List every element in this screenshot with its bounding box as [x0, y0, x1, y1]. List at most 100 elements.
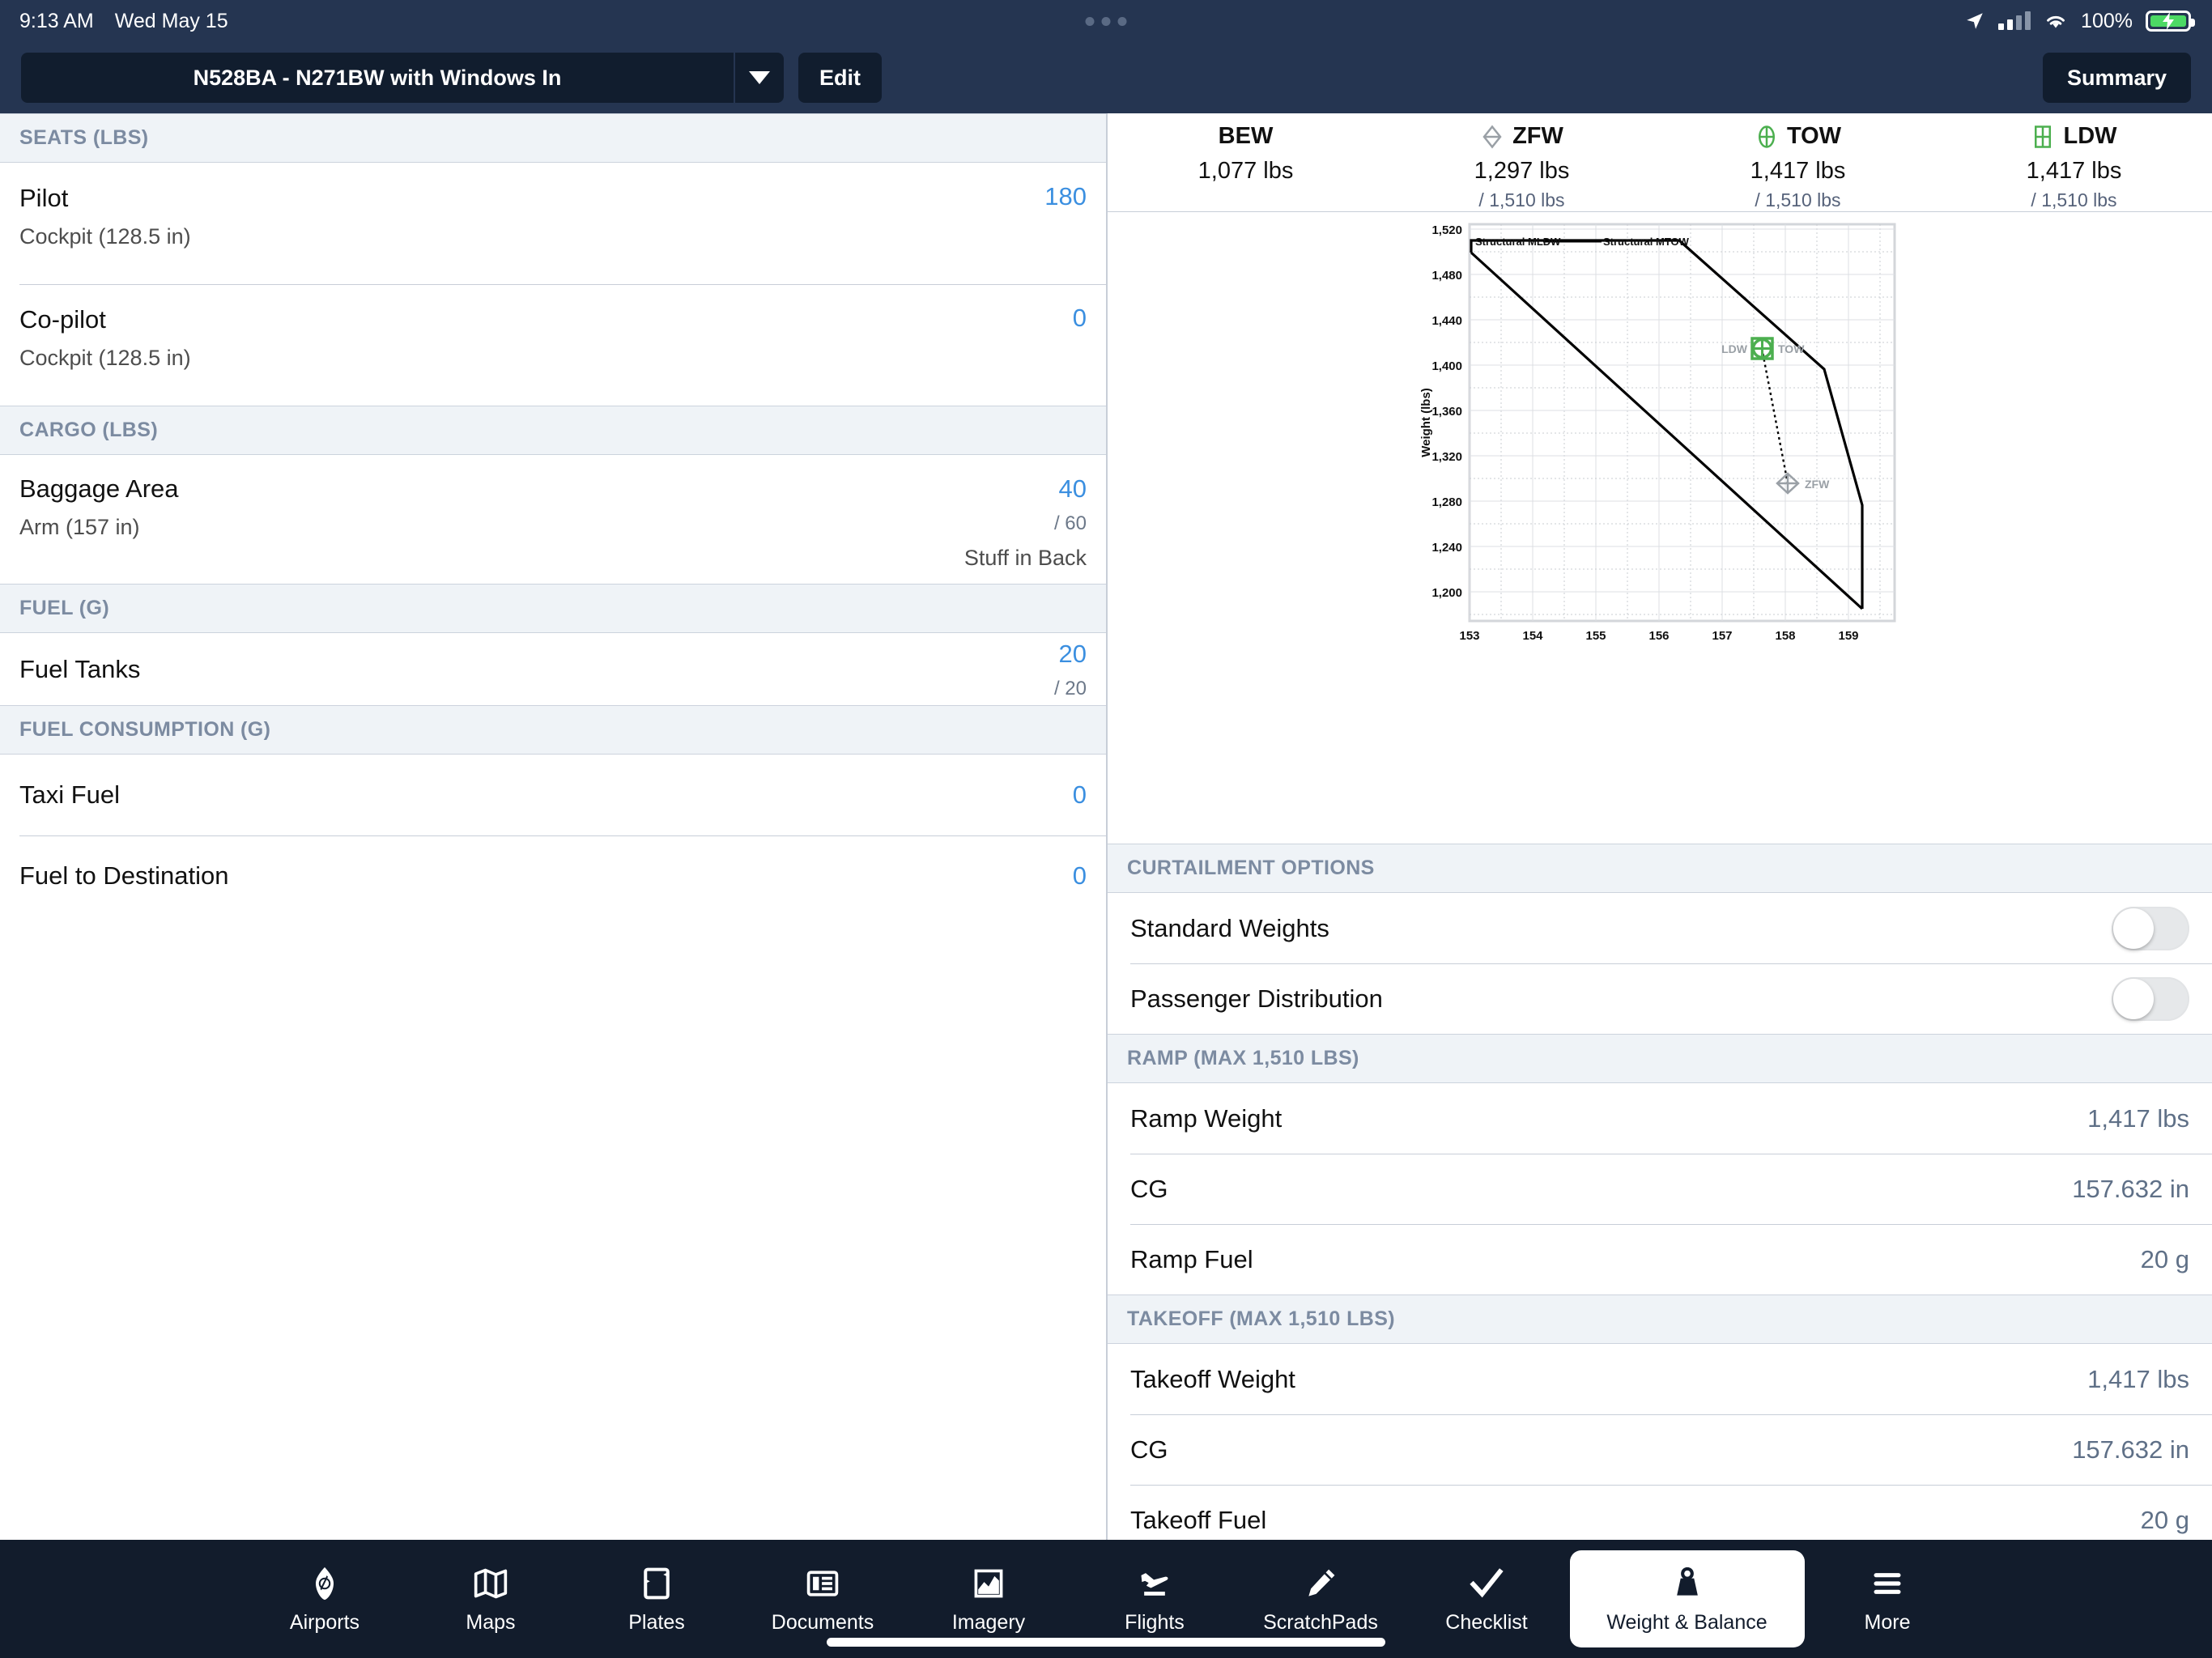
- dot-icon: [1085, 16, 1095, 26]
- section-header-takeoff: TAKEOFF (MAX 1,510 LBS): [1108, 1295, 2212, 1344]
- map-icon: [471, 1564, 510, 1603]
- svg-text:155: 155: [1585, 629, 1606, 643]
- row-value[interactable]: 180: [925, 181, 1087, 213]
- passenger-distribution-toggle[interactable]: [2112, 976, 2189, 1021]
- row-value[interactable]: 0: [925, 860, 1087, 892]
- cellular-bars-icon: [1998, 11, 2031, 30]
- row-title: Fuel Tanks: [19, 654, 141, 683]
- hamburger-icon: [1868, 1564, 1907, 1603]
- row-value[interactable]: 40: [925, 473, 1087, 505]
- tab-label: Maps: [466, 1610, 516, 1634]
- wifi-icon: [2047, 15, 2065, 28]
- multitask-handle[interactable]: [1085, 16, 1127, 26]
- row-takeoff-fuel: Takeoff Fuel 20 g: [1108, 1485, 2212, 1540]
- tab-scratchpads[interactable]: ScratchPads: [1238, 1550, 1404, 1647]
- chart-annotation-mtow: Structural MTOW: [1603, 236, 1690, 248]
- tab-imagery[interactable]: Imagery: [906, 1550, 1072, 1647]
- section-header-fuel: FUEL (G): [0, 584, 1106, 633]
- svg-text:1,280: 1,280: [1431, 495, 1462, 509]
- row-value: 157.632 in: [2072, 1174, 2189, 1203]
- row-fuel-to-destination[interactable]: Fuel to Destination 0: [0, 835, 1106, 916]
- cg-envelope-chart[interactable]: 1,520 1,480 1,440 1,400 1,360 1,320 1,28…: [1108, 212, 2212, 844]
- row-ramp-fuel: Ramp Fuel 20 g: [1108, 1224, 2212, 1295]
- tab-plates[interactable]: Plates: [574, 1550, 740, 1647]
- cg-envelope-svg: 1,520 1,480 1,440 1,400 1,360 1,320 1,28…: [1419, 223, 1896, 643]
- row-standard-weights[interactable]: Standard Weights: [1108, 893, 2212, 963]
- tab-weight-and-balance[interactable]: Weight & Balance: [1569, 1550, 1805, 1647]
- top-toolbar: N528BA - N271BW with Windows In Edit Sum…: [0, 42, 2212, 113]
- edit-button[interactable]: Edit: [798, 53, 882, 103]
- weight-cell-bew: BEW 1,077 lbs: [1108, 113, 1384, 211]
- weight-cell-zfw: ZFW 1,297 lbs / 1,510 lbs: [1384, 113, 1660, 211]
- tab-flights[interactable]: Flights: [1072, 1550, 1238, 1647]
- weight-cell-max: / 1,510 lbs: [1478, 189, 1565, 210]
- tab-label: Documents: [771, 1610, 874, 1634]
- weight-cell-label: BEW: [1218, 123, 1274, 149]
- weight-cell-value: 1,417 lbs: [1750, 158, 1846, 184]
- summary-button[interactable]: Summary: [2042, 53, 2191, 103]
- row-value[interactable]: 0: [925, 779, 1087, 811]
- row-value[interactable]: 0: [925, 302, 1087, 334]
- pencil-icon: [1301, 1564, 1340, 1603]
- svg-text:1,440: 1,440: [1431, 314, 1462, 328]
- svg-text:153: 153: [1459, 629, 1479, 643]
- row-co-pilot[interactable]: Co-pilot Cockpit (128.5 in) 0: [0, 284, 1106, 406]
- row-fuel-tanks[interactable]: Fuel Tanks 20 / 20: [0, 633, 1106, 705]
- content-area: SEATS (LBS) Pilot Cockpit (128.5 in) 180…: [0, 113, 2212, 1540]
- row-ramp-weight: Ramp Weight 1,417 lbs: [1108, 1083, 2212, 1154]
- weight-cell-label: LDW: [2063, 123, 2117, 149]
- chart-annotation-mldw: Structural MLDW: [1475, 236, 1561, 248]
- row-value[interactable]: 20: [925, 638, 1087, 670]
- row-value: 20 g: [2140, 1505, 2189, 1534]
- svg-text:1,360: 1,360: [1431, 405, 1462, 419]
- aircraft-name[interactable]: N528BA - N271BW with Windows In: [21, 66, 734, 91]
- row-label: CG: [1130, 1174, 1168, 1203]
- home-indicator[interactable]: [827, 1638, 1385, 1647]
- row-takeoff-weight: Takeoff Weight 1,417 lbs: [1108, 1344, 2212, 1414]
- tab-more[interactable]: More: [1805, 1550, 1971, 1647]
- aircraft-picker[interactable]: N528BA - N271BW with Windows In: [21, 53, 784, 103]
- row-label: CG: [1130, 1435, 1168, 1464]
- svg-text:TOW: TOW: [1778, 342, 1805, 355]
- tab-maps[interactable]: Maps: [408, 1550, 574, 1647]
- row-label: Takeoff Weight: [1130, 1364, 1295, 1393]
- dot-icon: [1101, 16, 1111, 26]
- battery-percent: 100%: [2081, 9, 2133, 32]
- checkmark-icon: [1467, 1564, 1506, 1603]
- chevron-down-icon[interactable]: [734, 53, 784, 103]
- tab-label: Airports: [289, 1610, 360, 1634]
- weight-cell-tow: TOW 1,417 lbs / 1,510 lbs: [1660, 113, 1936, 211]
- svg-text:156: 156: [1648, 629, 1669, 643]
- svg-text:159: 159: [1838, 629, 1858, 643]
- weight-icon: [1668, 1564, 1707, 1603]
- row-label: Passenger Distribution: [1130, 984, 1383, 1013]
- tab-label: Plates: [628, 1610, 685, 1634]
- results-pane: BEW 1,077 lbs ZFW 1,297 lbs / 1,510 lbs: [1108, 113, 2212, 1540]
- row-passenger-distribution[interactable]: Passenger Distribution: [1108, 963, 2212, 1034]
- row-label: Ramp Fuel: [1130, 1244, 1253, 1273]
- svg-text:1,520: 1,520: [1431, 223, 1462, 237]
- tab-checklist[interactable]: Checklist: [1404, 1550, 1570, 1647]
- svg-text:154: 154: [1522, 629, 1543, 643]
- tab-airports[interactable]: Airports: [242, 1550, 408, 1647]
- row-pilot[interactable]: Pilot Cockpit (128.5 in) 180: [0, 163, 1106, 284]
- standard-weights-toggle[interactable]: [2112, 906, 2189, 950]
- tab-label: Flights: [1125, 1610, 1185, 1634]
- row-note: Stuff in Back: [963, 546, 1087, 570]
- zfw-diamond-icon: [1482, 124, 1502, 149]
- weight-summary-strip: BEW 1,077 lbs ZFW 1,297 lbs / 1,510 lbs: [1108, 113, 2212, 212]
- tab-documents[interactable]: Documents: [740, 1550, 906, 1647]
- row-value: 1,417 lbs: [2087, 1103, 2189, 1133]
- svg-text:1,480: 1,480: [1431, 269, 1462, 283]
- flights-plane-icon: [1135, 1564, 1174, 1603]
- tab-label: More: [1864, 1610, 1911, 1634]
- section-header-ramp: RAMP (MAX 1,510 LBS): [1108, 1034, 2212, 1083]
- row-value: 157.632 in: [2072, 1435, 2189, 1464]
- status-bar-right: 100%: [1964, 9, 2195, 33]
- row-baggage-area[interactable]: Baggage Area Arm (157 in) 40 / 60 Stuff …: [0, 455, 1106, 584]
- row-taxi-fuel[interactable]: Taxi Fuel 0: [0, 755, 1106, 835]
- imagery-icon: [969, 1564, 1008, 1603]
- section-header-seats: SEATS (LBS): [0, 113, 1106, 163]
- svg-text:1,240: 1,240: [1431, 541, 1462, 555]
- row-title: Pilot: [19, 184, 69, 212]
